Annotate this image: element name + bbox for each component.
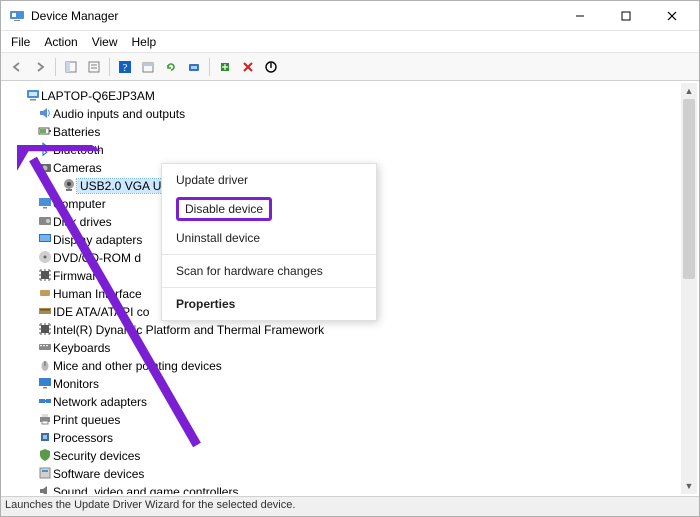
vertical-scrollbar[interactable]: ▲ ▼ <box>681 83 697 494</box>
tree-category[interactable]: Processors <box>3 429 697 447</box>
menu-item-update-driver[interactable]: Update driver <box>162 168 376 192</box>
window-title: Device Manager <box>31 9 118 23</box>
speaker-icon <box>37 105 53 124</box>
tree-category[interactable]: Audio inputs and outputs <box>3 105 697 123</box>
help-button[interactable]: ? <box>115 57 135 77</box>
app-icon <box>9 8 25 24</box>
software-icon <box>37 465 53 484</box>
security-icon <box>37 447 53 466</box>
tree-category-label: Mice and other pointing devices <box>53 359 222 373</box>
tree-category[interactable]: Monitors <box>3 375 697 393</box>
chip-icon <box>37 321 53 340</box>
titlebar: Device Manager <box>1 1 699 31</box>
tree-category-label: Sound, video and game controllers <box>53 485 238 494</box>
tree-category-label: Security devices <box>53 449 140 463</box>
computer-icon <box>25 87 41 106</box>
svg-text:?: ? <box>123 62 128 74</box>
tree-root[interactable]: LAPTOP-Q6EJP3AM <box>3 87 697 105</box>
tree-category[interactable]: Batteries <box>3 123 697 141</box>
tree-category-label: Human Interface <box>53 287 142 301</box>
menubar: File Action View Help <box>1 31 699 53</box>
network-icon <box>37 393 53 412</box>
tree-category[interactable]: Print queues <box>3 411 697 429</box>
menu-item-disable-device[interactable]: Disable device <box>162 192 376 226</box>
tree-category[interactable]: Keyboards <box>3 339 697 357</box>
tree-category-label: Processors <box>53 431 113 445</box>
tree-category-label: DVD/CD-ROM d <box>53 251 141 265</box>
monitor2-icon <box>37 375 53 394</box>
tree-category-label: Software devices <box>53 467 144 481</box>
display-icon <box>37 231 53 250</box>
tree-category-label: Cameras <box>53 161 102 175</box>
tree-category[interactable]: Sound, video and game controllers <box>3 483 697 494</box>
tree-root-label: LAPTOP-Q6EJP3AM <box>41 89 155 103</box>
show-hide-tree-button[interactable] <box>61 57 81 77</box>
tree-category-label: Computer <box>53 197 106 211</box>
battery-icon <box>37 123 53 142</box>
refresh-icon-button[interactable] <box>161 57 181 77</box>
scrollbar-thumb[interactable] <box>683 99 695 279</box>
status-text: Launches the Update Driver Wizard for th… <box>5 499 295 511</box>
cdrom-icon <box>37 249 53 268</box>
cpu-icon <box>37 429 53 448</box>
forward-button[interactable] <box>30 57 50 77</box>
tree-category-label: Monitors <box>53 377 99 391</box>
device-manager-window: Device Manager File Action View Help ? <box>0 0 700 517</box>
chip-icon <box>37 267 53 286</box>
tree-category-label: Intel(R) Dynamic Platform and Thermal Fr… <box>53 323 324 337</box>
minimize-button[interactable] <box>557 2 603 30</box>
tree-category-label: IDE ATA/ATAPI co <box>53 305 149 319</box>
menu-action[interactable]: Action <box>44 35 77 49</box>
tree-category-label: Bluetooth <box>53 143 104 157</box>
tree-category[interactable]: Network adapters <box>3 393 697 411</box>
tree-category-label: Print queues <box>53 413 120 427</box>
menu-separator <box>162 254 376 255</box>
maximize-button[interactable] <box>603 2 649 30</box>
menu-file[interactable]: File <box>11 35 30 49</box>
tree-category-label: Audio inputs and outputs <box>53 107 185 121</box>
tree-category[interactable]: Bluetooth <box>3 141 697 159</box>
ide-icon <box>37 303 53 322</box>
tree-category-label: Network adapters <box>53 395 147 409</box>
statusbar: Launches the Update Driver Wizard for th… <box>1 496 699 516</box>
update-driver-button[interactable] <box>215 57 235 77</box>
scroll-up-icon[interactable]: ▲ <box>681 83 697 99</box>
tree-category-label: Batteries <box>53 125 100 139</box>
mouse-icon <box>37 357 53 376</box>
camera-icon <box>37 159 53 178</box>
tree-category-label: Display adapters <box>53 233 142 247</box>
sound-icon <box>37 483 53 495</box>
close-button[interactable] <box>649 2 695 30</box>
bluetooth-icon <box>37 141 53 160</box>
disk-icon <box>37 213 53 232</box>
tree-category[interactable]: Intel(R) Dynamic Platform and Thermal Fr… <box>3 321 697 339</box>
webcam-icon <box>61 177 77 196</box>
scroll-down-icon[interactable]: ▼ <box>681 478 697 494</box>
tree-category-label: Keyboards <box>53 341 110 355</box>
tree-category[interactable]: Software devices <box>3 465 697 483</box>
tree-category[interactable]: Mice and other pointing devices <box>3 357 697 375</box>
menu-view[interactable]: View <box>92 35 118 49</box>
menu-item-uninstall-device[interactable]: Uninstall device <box>162 226 376 250</box>
printer-icon <box>37 411 53 430</box>
back-button[interactable] <box>7 57 27 77</box>
menu-help[interactable]: Help <box>132 35 157 49</box>
menu-item-properties[interactable]: Properties <box>162 292 376 316</box>
uninstall-device-button[interactable] <box>238 57 258 77</box>
context-menu: Update driverDisable deviceUninstall dev… <box>161 163 377 321</box>
keyboard-icon <box>37 339 53 358</box>
menu-item-scan-for-hardware-changes[interactable]: Scan for hardware changes <box>162 259 376 283</box>
monitor-icon <box>37 195 53 214</box>
menu-separator <box>162 287 376 288</box>
toolbar: ? <box>1 53 699 81</box>
hid-icon <box>37 285 53 304</box>
tree-category-label: Disk drives <box>53 215 112 229</box>
tree-category-label: Firmware <box>53 269 103 283</box>
properties-button[interactable] <box>84 57 104 77</box>
disable-device-button[interactable] <box>261 57 281 77</box>
calendar-icon-button[interactable] <box>138 57 158 77</box>
tree-category[interactable]: Security devices <box>3 447 697 465</box>
scan-hardware-button[interactable] <box>184 57 204 77</box>
